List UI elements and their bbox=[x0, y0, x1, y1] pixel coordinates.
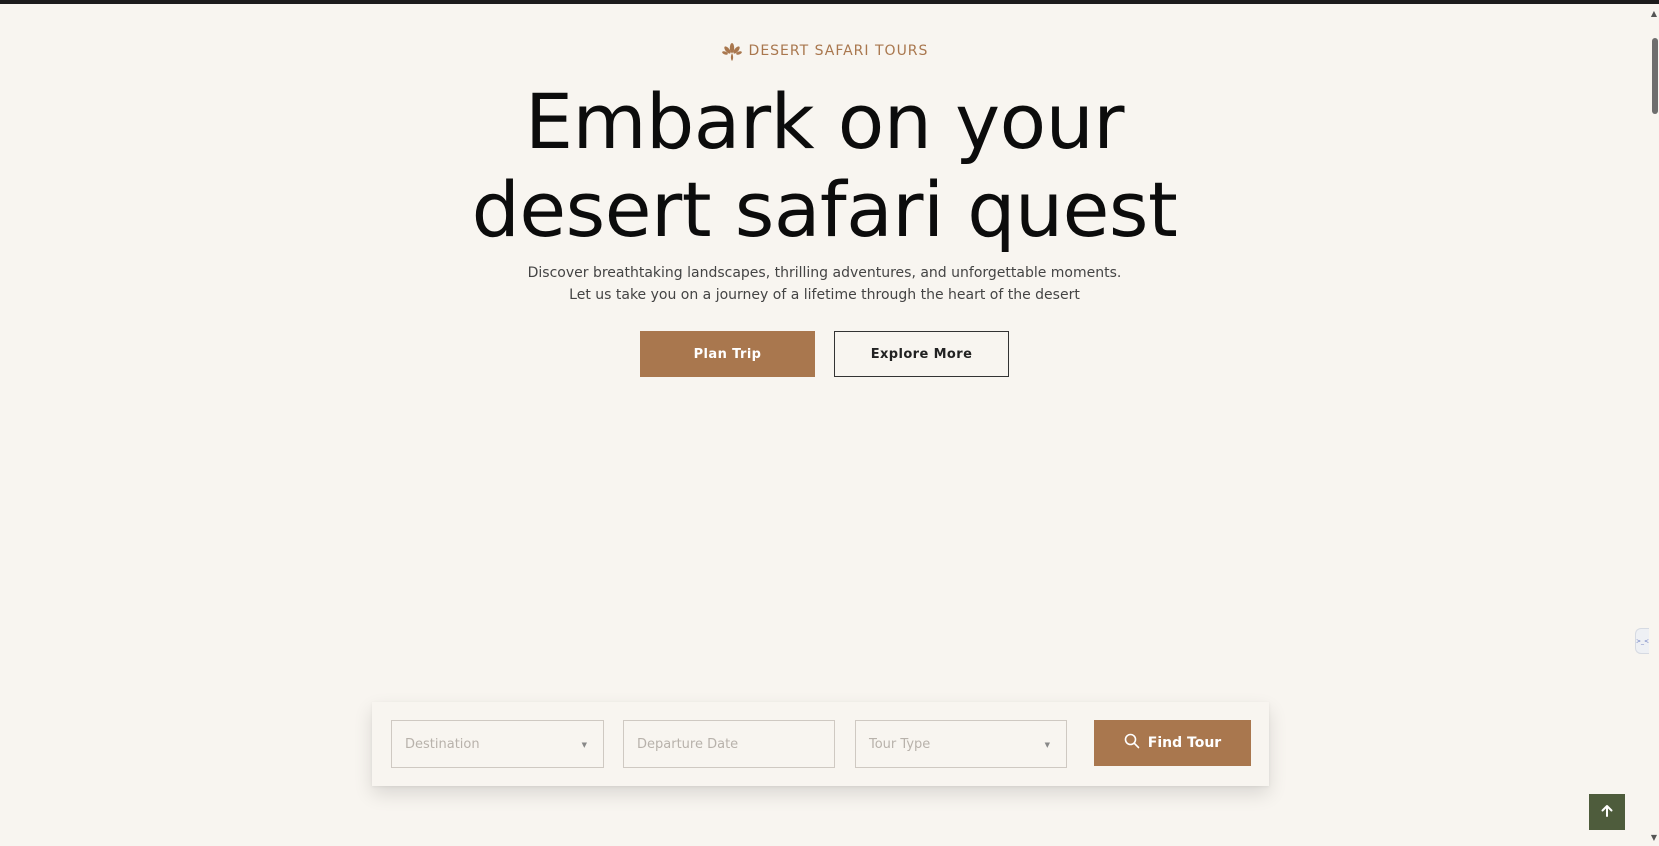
arrow-up-icon bbox=[1600, 803, 1614, 822]
hero-eyebrow-label: DESERT SAFARI TOURS bbox=[748, 43, 929, 59]
side-widget-tab[interactable]: >_< bbox=[1635, 628, 1649, 654]
hero-subtitle-line-1: Discover breathtaking landscapes, thrill… bbox=[527, 265, 1122, 281]
find-tour-button[interactable]: Find Tour bbox=[1094, 720, 1251, 766]
hero-actions: Plan Trip Explore More bbox=[0, 331, 1649, 377]
hero-subtitle-line-2: Let us take you on a journey of a lifeti… bbox=[569, 287, 1080, 303]
destination-select[interactable]: Destination ▼ bbox=[391, 720, 604, 768]
hero-eyebrow: DESERT SAFARI TOURS bbox=[0, 40, 1649, 62]
tour-type-select[interactable]: Tour Type ▼ bbox=[855, 720, 1067, 768]
hero-title-line-1: Embark on your bbox=[525, 77, 1125, 166]
back-to-top-button[interactable] bbox=[1589, 794, 1625, 830]
side-widget-label: >_< bbox=[1635, 637, 1650, 645]
scroll-down-arrow-icon[interactable]: ▼ bbox=[1650, 834, 1658, 842]
find-tour-label: Find Tour bbox=[1147, 735, 1222, 751]
search-icon bbox=[1124, 733, 1140, 753]
lotus-icon bbox=[721, 40, 743, 62]
explore-more-button[interactable]: Explore More bbox=[834, 331, 1009, 377]
tour-search-bar: Destination ▼ Departure Date Tour Type ▼… bbox=[372, 702, 1269, 786]
hero-title: Embark on your desert safari quest bbox=[0, 78, 1649, 254]
tour-type-placeholder: Tour Type bbox=[869, 736, 931, 752]
plan-trip-button[interactable]: Plan Trip bbox=[640, 331, 815, 377]
departure-date-input[interactable]: Departure Date bbox=[623, 720, 835, 768]
chevron-down-icon: ▼ bbox=[581, 741, 587, 749]
chevron-down-icon: ▼ bbox=[1044, 741, 1050, 749]
departure-date-placeholder: Departure Date bbox=[637, 736, 739, 752]
scroll-up-arrow-icon[interactable]: ▲ bbox=[1650, 10, 1658, 18]
hero-subtitle: Discover breathtaking landscapes, thrill… bbox=[0, 262, 1649, 306]
scrollbar-thumb[interactable] bbox=[1652, 38, 1658, 114]
hero-title-line-2: desert safari quest bbox=[471, 165, 1178, 254]
destination-placeholder: Destination bbox=[405, 736, 480, 752]
scrollbar[interactable]: ▲ ▼ bbox=[1649, 4, 1659, 846]
